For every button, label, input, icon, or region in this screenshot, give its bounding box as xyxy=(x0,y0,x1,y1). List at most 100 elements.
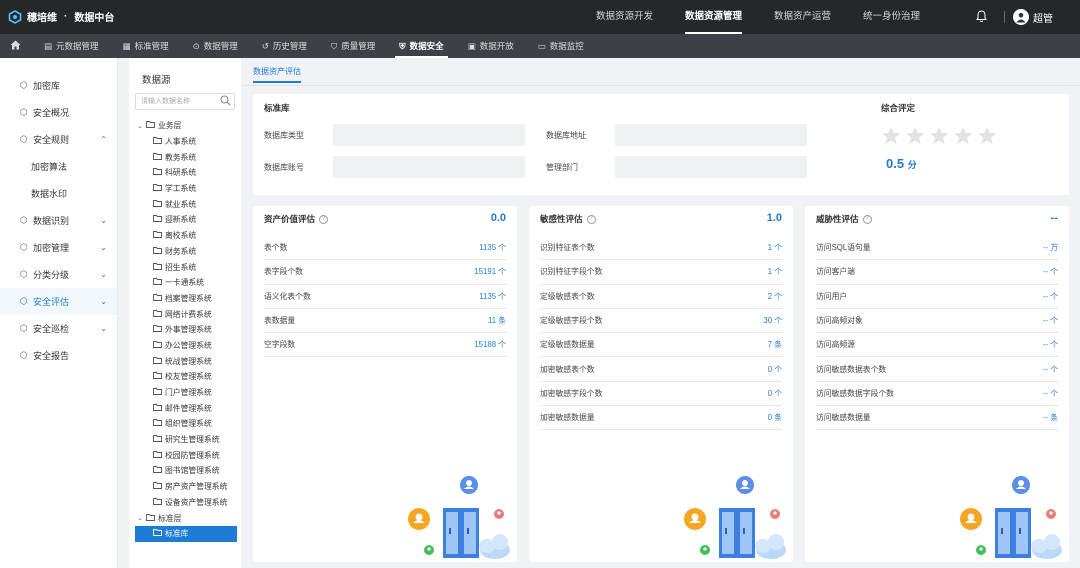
tree-node[interactable]: 招生系统 xyxy=(137,259,237,275)
tree-node[interactable]: 房产资产管理系统 xyxy=(137,479,237,495)
sidebar-item-encrypt-mgmt[interactable]: ⬡ 加密管理 ⌄ xyxy=(0,234,117,261)
topnav-data-asset-ops[interactable]: 数据资产运营 xyxy=(758,0,847,34)
tree-node-label: 业务层 xyxy=(158,121,182,131)
home-icon[interactable] xyxy=(10,40,24,52)
metric-value[interactable]: -- 个 xyxy=(1043,266,1058,277)
card-title: 资产价值评估? xyxy=(264,213,329,225)
metric-value[interactable]: -- 个 xyxy=(1043,291,1058,302)
metric-value[interactable]: 1 个 xyxy=(768,266,782,277)
tree-node[interactable]: 科研系统 xyxy=(137,165,237,181)
tree-node[interactable]: 图书馆管理系统 xyxy=(137,463,237,479)
sidebar-item-encrypt-algo[interactable]: 加密算法 xyxy=(0,153,117,180)
tree-node[interactable]: 迎新系统 xyxy=(137,212,237,228)
subnav-security[interactable]: ⛨ 数据安全 xyxy=(387,34,455,58)
help-icon[interactable]: ? xyxy=(862,214,872,224)
metric-row: 访问客户端 -- 个 xyxy=(816,260,1058,285)
tree-group[interactable]: ⌄ 标准层 xyxy=(137,510,237,526)
tree-node[interactable]: 设备资产管理系统 xyxy=(137,495,237,511)
metric-value[interactable]: -- 个 xyxy=(1043,364,1058,375)
sidebar-item-watermark[interactable]: 数据水印 xyxy=(0,180,117,207)
tree-node[interactable]: 门户管理系统 xyxy=(137,385,237,401)
topnav-data-dev[interactable]: 数据资源开发 xyxy=(580,0,669,34)
tree-node[interactable]: 学工系统 xyxy=(137,181,237,197)
metric-value[interactable]: -- 个 xyxy=(1043,388,1058,399)
metric-row: 空字段数 15188 个 xyxy=(264,333,506,358)
sidebar-item-inspection[interactable]: ⬡ 安全巡检 ⌄ xyxy=(0,315,117,342)
tree-node[interactable]: 办公管理系统 xyxy=(137,338,237,354)
tree-search-input[interactable]: 请输入数据名称 xyxy=(135,93,235,110)
subnav-history[interactable]: ↺ 历史管理 xyxy=(250,34,319,58)
server-illustration xyxy=(957,476,1063,562)
topnav-identity[interactable]: 统一身份治理 xyxy=(847,0,936,34)
sidebar-item-rules[interactable]: ⬡ 安全规则 ⌃ xyxy=(0,126,117,153)
topnav-data-resource[interactable]: 数据资源管理 xyxy=(669,0,758,34)
tree-group[interactable]: ⌄ 业务层 xyxy=(137,118,237,134)
bell-icon[interactable] xyxy=(976,10,987,25)
metric-value[interactable]: -- 个 xyxy=(1043,339,1058,350)
metric-value[interactable]: 7 条 xyxy=(768,339,782,350)
sidebar-item-recognition[interactable]: ⬡ 数据识别 ⌄ xyxy=(0,207,117,234)
tree-node-label: 教务系统 xyxy=(165,152,197,162)
folder-icon xyxy=(153,450,162,460)
metric-value[interactable]: 0 个 xyxy=(768,388,782,399)
tree-node[interactable]: 校园防管理系统 xyxy=(137,447,237,463)
folder-icon xyxy=(153,215,162,224)
tree-node-label: 标准库 xyxy=(165,529,189,539)
sidebar-item-report[interactable]: ⬡ 安全报告 xyxy=(0,342,117,369)
tree-node[interactable]: 外事管理系统 xyxy=(137,322,237,338)
metric-value[interactable]: 0 个 xyxy=(768,364,782,375)
tree-node[interactable]: 财务系统 xyxy=(137,244,237,260)
user-icon xyxy=(1016,12,1026,23)
chevron-down-icon[interactable]: ⌄ xyxy=(137,122,146,130)
tree-node[interactable]: 研究生管理系统 xyxy=(137,432,237,448)
metric-value[interactable]: 11 条 xyxy=(488,315,506,326)
metric-label: 定级敏感字段个数 xyxy=(540,316,603,326)
chevron-down-icon[interactable]: ⌄ xyxy=(137,514,146,522)
brand-logo[interactable]: 穗培维 · 数据中台 xyxy=(8,9,114,24)
metric-label: 语义化表个数 xyxy=(264,291,311,301)
metric-value[interactable]: -- 条 xyxy=(1043,412,1058,423)
help-icon[interactable]: ? xyxy=(319,214,329,224)
tree-node[interactable]: 档案管理系统 xyxy=(137,291,237,307)
tree-node-label: 研究生管理系统 xyxy=(165,435,220,445)
metric-value[interactable]: 1135 个 xyxy=(479,291,506,302)
tree-node[interactable]: 一卡通系统 xyxy=(137,275,237,291)
tree-node[interactable]: 就业系统 xyxy=(137,196,237,212)
help-icon[interactable]: ? xyxy=(586,214,596,224)
tree-node[interactable]: 校友管理系统 xyxy=(137,369,237,385)
metric-value[interactable]: -- 个 xyxy=(1043,315,1058,326)
metric-value[interactable]: 15191 个 xyxy=(474,266,506,277)
metric-value[interactable]: 1135 个 xyxy=(479,242,506,253)
tree-node[interactable]: 离校系统 xyxy=(137,228,237,244)
search-icon[interactable] xyxy=(220,95,231,112)
metric-value[interactable]: -- 万 xyxy=(1043,242,1058,253)
tree-node[interactable]: 人事系统 xyxy=(137,134,237,150)
subnav-quality[interactable]: ⛉ 质量管理 xyxy=(319,34,387,58)
subnav-data[interactable]: ⊙ 数据管理 xyxy=(181,34,250,58)
metric-value[interactable]: 15188 个 xyxy=(474,339,506,350)
subnav-monitor[interactable]: ▭ 数据监控 xyxy=(526,34,596,58)
metric-value[interactable]: 2 个 xyxy=(768,291,782,302)
subnav-standard[interactable]: ▦ 标准管理 xyxy=(111,34,181,58)
metric-value[interactable]: 30 个 xyxy=(763,315,782,326)
user-menu[interactable]: 超管 xyxy=(1013,9,1053,25)
tree-node[interactable]: 网络计费系统 xyxy=(137,306,237,322)
tree-node[interactable]: 邮件管理系统 xyxy=(137,400,237,416)
card-title-text: 资产价值评估 xyxy=(264,214,316,224)
subnav-metadata[interactable]: ▤ 元数据管理 xyxy=(32,34,111,58)
metric-value[interactable]: 1 个 xyxy=(768,242,782,253)
metric-value[interactable]: 0 条 xyxy=(768,412,782,423)
tree-node[interactable]: 组织管理系统 xyxy=(137,416,237,432)
tab-asset-assessment[interactable]: 数据资产评估 xyxy=(253,66,301,83)
sidebar-item-encrypt-lib[interactable]: ⬡ 加密库 xyxy=(0,72,117,99)
tree-node[interactable]: 统战管理系统 xyxy=(137,353,237,369)
subnav-open[interactable]: ▣ 数据开放 xyxy=(456,34,526,58)
star-icon xyxy=(906,127,924,144)
tree-node[interactable]: 标准库 xyxy=(135,525,237,542)
sidebar-item-overview[interactable]: ⬡ 安全概况 xyxy=(0,99,117,126)
metric-label: 访问敏感数据表个数 xyxy=(816,364,887,374)
metric-row: 识别特征表个数 1 个 xyxy=(540,236,782,261)
tree-node[interactable]: 教务系统 xyxy=(137,149,237,165)
sidebar-item-classify[interactable]: ⬡ 分类分级 ⌄ xyxy=(0,261,117,288)
sidebar-item-assessment[interactable]: ⬡ 安全评估 ⌄ xyxy=(0,288,117,315)
